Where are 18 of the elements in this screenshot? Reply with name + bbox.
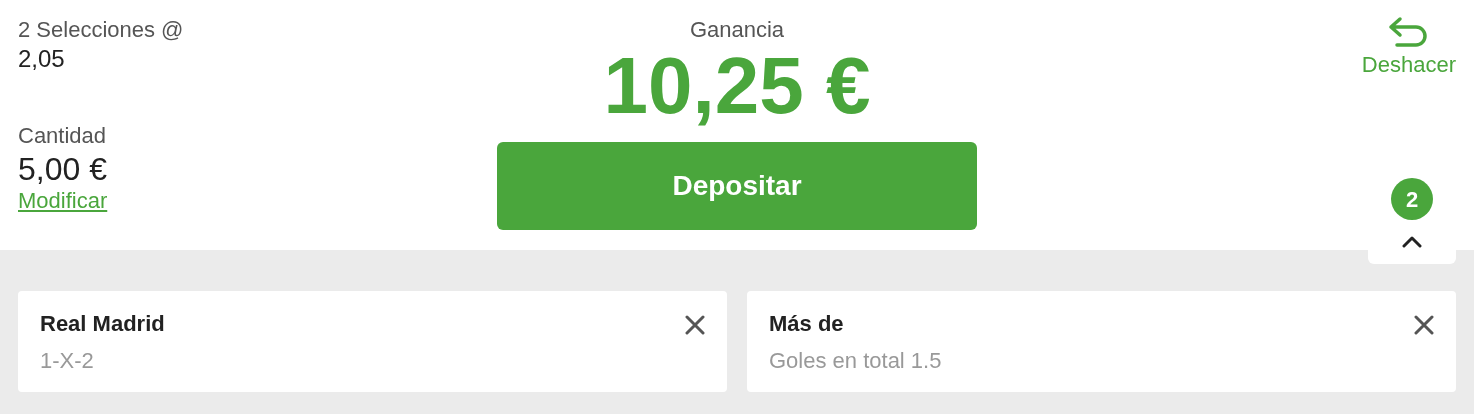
selection-market: 1-X-2 — [40, 347, 95, 375]
winnings-value: 10,25 € — [603, 44, 871, 128]
chevron-up-icon — [1402, 236, 1422, 248]
selection-title: Real Madrid — [40, 311, 165, 337]
selections-toggle-tab[interactable]: 2 — [1368, 176, 1456, 264]
deposit-button[interactable]: Depositar — [497, 142, 977, 230]
amount-value: 5,00 € — [18, 150, 107, 188]
selection-market: Goles en total 1.5 — [769, 347, 942, 375]
close-icon[interactable] — [685, 315, 705, 335]
selections-label: 2 Selecciones @ — [18, 16, 185, 44]
close-icon[interactable] — [1414, 315, 1434, 335]
odds-value: 2,05 — [18, 44, 66, 74]
winnings-label: Ganancia — [689, 16, 785, 44]
undo-button[interactable]: Deshacer — [1361, 16, 1456, 88]
selection-title: Más de — [769, 311, 845, 337]
amount-label: Cantidad — [18, 122, 108, 150]
count-badge: 2 — [1391, 178, 1433, 220]
modify-link[interactable]: Modificar — [18, 188, 108, 214]
